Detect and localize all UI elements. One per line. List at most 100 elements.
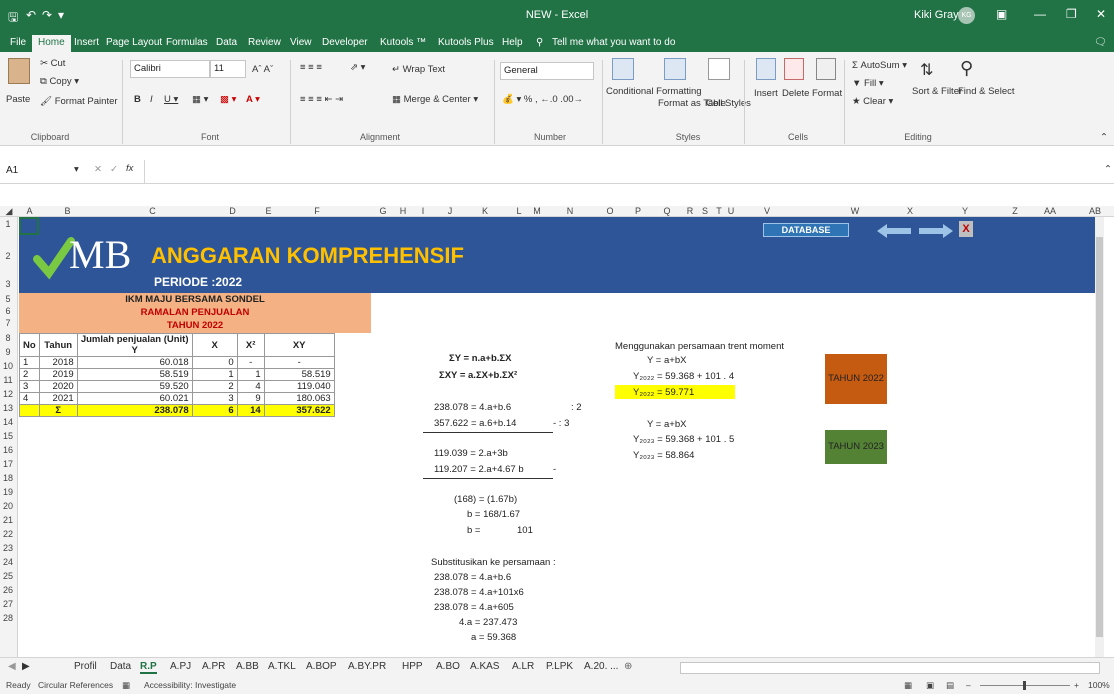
tab-insert[interactable]: Insert: [74, 35, 99, 52]
insert-cells-icon[interactable]: [756, 58, 776, 80]
row-header[interactable]: 23: [0, 543, 16, 553]
cell[interactable]: -: [236, 356, 265, 369]
row-header[interactable]: 25: [0, 571, 16, 581]
row-header[interactable]: 26: [0, 585, 16, 595]
sheet-tab-alr[interactable]: A.LR: [512, 661, 534, 672]
close-icon[interactable]: ✕: [1096, 7, 1106, 21]
merge-center-button[interactable]: ▦ Merge & Center ▾: [392, 94, 478, 105]
row-header[interactable]: 8: [0, 333, 16, 343]
orientation-icon[interactable]: ⇗ ▾: [350, 62, 365, 73]
autosum-button[interactable]: Σ AutoSum ▾: [852, 60, 907, 71]
tab-help[interactable]: Help: [502, 35, 523, 52]
cell[interactable]: 0: [191, 356, 238, 369]
row-header[interactable]: 15: [0, 431, 16, 441]
cell[interactable]: 14: [236, 404, 265, 417]
row-header[interactable]: 2: [0, 251, 16, 261]
enter-formula-icon[interactable]: ✓: [110, 164, 118, 175]
cell[interactable]: 58.519: [263, 368, 335, 381]
font-color-icon[interactable]: A ▾: [246, 94, 260, 105]
underline-button[interactable]: U ▾: [164, 94, 178, 105]
cell[interactable]: 1: [19, 356, 40, 369]
page-break-view-icon[interactable]: ▤: [946, 680, 954, 691]
fill-button[interactable]: ▼ Fill ▾: [852, 78, 884, 89]
column-header[interactable]: K: [470, 206, 500, 216]
sheet-tab-apr[interactable]: A.PR: [202, 661, 225, 672]
column-header[interactable]: P: [628, 206, 648, 216]
database-button[interactable]: DATABASE: [763, 223, 849, 237]
sort-filter-button[interactable]: Sort & Filter: [912, 86, 962, 97]
row-header[interactable]: 16: [0, 445, 16, 455]
clear-button[interactable]: ★ Clear ▾: [852, 96, 893, 107]
row-header[interactable]: 24: [0, 557, 16, 567]
row-header[interactable]: 19: [0, 487, 16, 497]
tab-kutools-plus[interactable]: Kutools Plus: [438, 35, 494, 52]
row-header[interactable]: 27: [0, 599, 16, 609]
sheet-tab-apj[interactable]: A.PJ: [170, 661, 191, 672]
cell[interactable]: 9: [236, 392, 265, 405]
wrap-text-button[interactable]: ↵ Wrap Text: [392, 64, 445, 75]
comments-icon[interactable]: 🗨: [1094, 35, 1107, 52]
cell[interactable]: 1: [191, 368, 238, 381]
cell[interactable]: 6: [191, 404, 238, 417]
paste-button[interactable]: Paste: [6, 94, 30, 105]
cell[interactable]: 2: [191, 380, 238, 393]
cell[interactable]: 60.018: [76, 356, 193, 369]
column-header[interactable]: S: [700, 206, 710, 216]
row-header[interactable]: 6: [0, 306, 16, 316]
row-header[interactable]: 11: [0, 375, 16, 385]
row-header[interactable]: 13: [0, 403, 16, 413]
find-select-button[interactable]: Find & Select: [958, 86, 1015, 97]
sheet-tab-abb[interactable]: A.BB: [236, 661, 259, 672]
conditional-formatting-icon[interactable]: [612, 58, 634, 80]
accessibility-status[interactable]: Accessibility: Investigate: [144, 680, 236, 690]
scroll-tabs-right-icon[interactable]: ▶: [22, 661, 30, 672]
tab-kutools[interactable]: Kutools ™: [380, 35, 426, 52]
tab-formulas[interactable]: Formulas: [166, 35, 208, 52]
cell[interactable]: 60.021: [76, 392, 193, 405]
column-header[interactable]: D: [210, 206, 255, 216]
tab-file[interactable]: File: [10, 35, 26, 52]
circular-references[interactable]: Circular References: [38, 680, 113, 690]
format-as-table-icon[interactable]: [664, 58, 686, 80]
row-header[interactable]: 17: [0, 459, 16, 469]
user-name[interactable]: Kiki Gray: [914, 9, 959, 21]
fill-color-icon[interactable]: ▩ ▾: [220, 94, 236, 105]
tab-data[interactable]: Data: [216, 35, 237, 52]
cell[interactable]: 2018: [38, 356, 78, 369]
insert-function-icon[interactable]: fx: [126, 163, 133, 174]
align-left-icon[interactable]: ≡ ≡ ≡ ⇤ ⇥: [300, 94, 343, 105]
zoom-slider-thumb[interactable]: [1023, 681, 1026, 690]
sheet-tab-akas[interactable]: A.KAS: [470, 661, 499, 672]
expand-formula-icon[interactable]: ⌃: [1104, 164, 1112, 175]
sheet-tab-rp[interactable]: R.P: [140, 661, 157, 674]
cell[interactable]: 1: [236, 368, 265, 381]
sort-filter-icon[interactable]: ⇅: [920, 60, 933, 80]
font-name-select[interactable]: Calibri: [130, 60, 210, 78]
cell[interactable]: -: [263, 356, 335, 369]
align-top-icon[interactable]: ≡ ≡ ≡: [300, 62, 322, 73]
cell[interactable]: 3: [19, 380, 40, 393]
delete-cells-button[interactable]: Delete: [782, 88, 809, 99]
namebox-dropdown-icon[interactable]: ▾: [74, 164, 79, 175]
tahun-2023-button[interactable]: TAHUN 2023: [825, 430, 887, 464]
name-box[interactable]: A1: [4, 162, 84, 180]
column-header[interactable]: E: [255, 206, 282, 216]
borders-icon[interactable]: ▦ ▾: [192, 94, 208, 105]
formula-input[interactable]: [144, 160, 1104, 183]
column-header[interactable]: L: [514, 206, 524, 216]
cell[interactable]: 4: [19, 392, 40, 405]
column-header[interactable]: G: [368, 206, 398, 216]
minimize-icon[interactable]: —: [1034, 7, 1046, 21]
row-header[interactable]: 20: [0, 501, 16, 511]
row-header[interactable]: 18: [0, 473, 16, 483]
column-header[interactable]: Z: [1000, 206, 1030, 216]
row-header[interactable]: 22: [0, 529, 16, 539]
format-cells-button[interactable]: Format: [812, 88, 842, 99]
macro-record-icon[interactable]: ▦: [122, 680, 130, 691]
cell-styles-icon[interactable]: [708, 58, 730, 80]
row-header[interactable]: 5: [0, 294, 16, 304]
sheet-tab-hpp[interactable]: HPP: [402, 661, 423, 672]
tab-review[interactable]: Review: [248, 35, 281, 52]
row-header[interactable]: 7: [0, 318, 16, 328]
column-header[interactable]: B: [40, 206, 95, 216]
